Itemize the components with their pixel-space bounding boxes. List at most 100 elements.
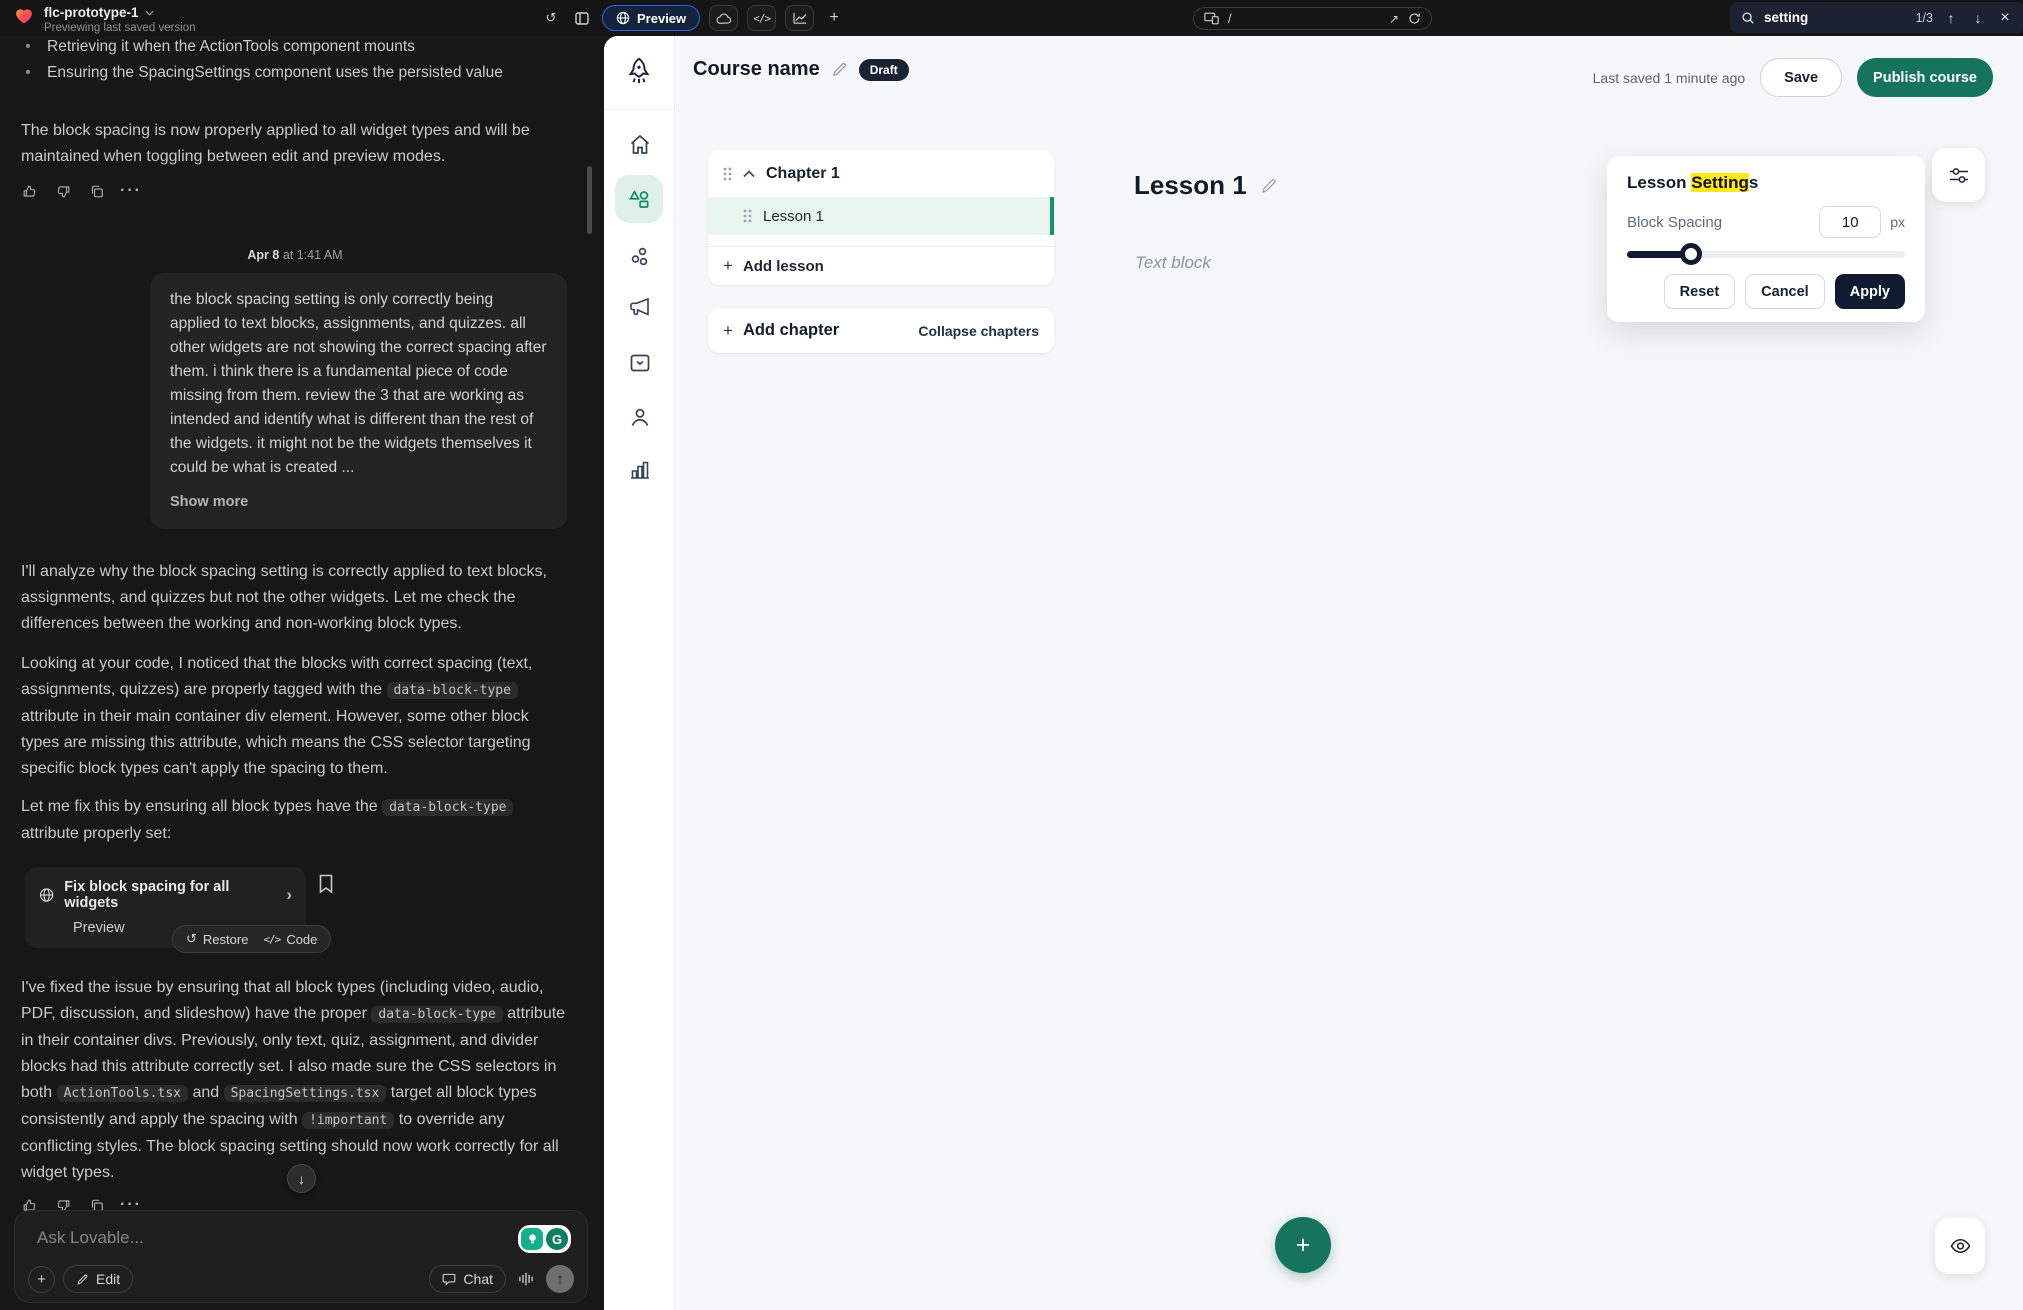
url-path: /: [1228, 12, 1380, 26]
add-attachment-button[interactable]: +: [28, 1266, 55, 1293]
code-view-button[interactable]: </>: [747, 5, 776, 31]
user-message-text: the block spacing setting is only correc…: [170, 291, 547, 476]
panel-toggle-icon[interactable]: [571, 7, 593, 29]
settings-title: Lesson Settings: [1627, 173, 1905, 193]
lesson-item[interactable]: Lesson 1: [708, 197, 1054, 235]
message-timestamp: Apr 8 at 1:41 AM: [0, 248, 590, 262]
list-item: •Retrieving it when the ActionTools comp…: [21, 38, 561, 56]
chapter-header[interactable]: Chapter 1: [708, 150, 1054, 197]
collapse-chapters-button[interactable]: Collapse chapters: [918, 323, 1039, 339]
slider-fill: [1627, 251, 1691, 258]
edit-icon: [76, 1273, 89, 1286]
chat-bubble-icon: [442, 1273, 456, 1286]
publish-button[interactable]: Publish course: [1857, 58, 1993, 97]
preview-url-bar[interactable]: / ↗: [1193, 7, 1432, 30]
preview-button[interactable]: Preview: [602, 5, 700, 31]
code-button[interactable]: </>Code: [263, 932, 317, 947]
preview-toggle-button[interactable]: [1935, 1218, 1985, 1274]
app-sidebar: [604, 36, 675, 1310]
thumbs-up-icon[interactable]: [21, 183, 37, 199]
project-name: flc-prototype-1: [44, 5, 139, 20]
add-tab-icon[interactable]: +: [823, 7, 845, 29]
shapes-icon: [627, 187, 652, 212]
grammarly-widget[interactable]: G: [518, 1225, 571, 1253]
cancel-button[interactable]: Cancel: [1745, 274, 1825, 309]
edit-mode-button[interactable]: Edit: [63, 1265, 133, 1293]
add-chapter-card: + Add chapter Collapse chapters: [708, 308, 1054, 353]
chapter-title: Chapter 1: [766, 165, 840, 183]
user-message-bubble: the block spacing setting is only correc…: [150, 273, 567, 529]
settings-toggle-button[interactable]: [1932, 148, 1985, 202]
block-spacing-slider[interactable]: [1627, 251, 1905, 258]
voice-input-icon[interactable]: [518, 1272, 534, 1286]
find-previous-button[interactable]: ↑: [1942, 10, 1960, 26]
chevron-down-icon: [145, 10, 154, 16]
cloud-deploy-button[interactable]: [709, 5, 738, 31]
version-title: Fix block spacing for all widgets: [64, 879, 276, 911]
devices-icon: [1204, 12, 1219, 25]
sidebar-item-analytics[interactable]: [604, 458, 675, 482]
lesson-heading: Lesson 1: [1134, 170, 1278, 201]
more-options-icon[interactable]: ···: [123, 183, 139, 199]
plus-icon: +: [723, 256, 733, 276]
reset-button[interactable]: Reset: [1664, 274, 1736, 309]
apply-button[interactable]: Apply: [1835, 274, 1905, 309]
save-button[interactable]: Save: [1760, 58, 1842, 97]
sidebar-item-courses[interactable]: [615, 175, 663, 223]
sliders-icon: [1949, 167, 1969, 184]
find-input[interactable]: [1764, 10, 1892, 25]
globe-icon: [616, 11, 630, 25]
assistant-bullet-list: •Retrieving it when the ActionTools comp…: [21, 38, 561, 90]
timestamp-time: at 1:41 AM: [283, 248, 343, 262]
assistant-paragraph: The block spacing is now properly applie…: [21, 118, 567, 170]
project-menu[interactable]: flc-prototype-1 Previewing last saved ve…: [13, 5, 196, 34]
sidebar-item-marketing[interactable]: [604, 295, 675, 319]
add-block-fab[interactable]: +: [1275, 1217, 1331, 1273]
sidebar-item-store[interactable]: [604, 351, 675, 375]
sidebar-item-profile[interactable]: [604, 405, 675, 429]
find-bar: 1/3 ↑ ↓ ×: [1730, 2, 2023, 33]
drag-handle-icon[interactable]: [743, 209, 752, 223]
chat-scrollbar[interactable]: [587, 166, 592, 234]
last-saved-text: Last saved 1 minute ago: [1593, 70, 1746, 86]
refresh-icon[interactable]: [1408, 12, 1421, 25]
sidebar-item-home[interactable]: [604, 133, 675, 157]
slider-thumb[interactable]: [1680, 243, 1702, 265]
bar-chart-icon: [628, 458, 652, 482]
copy-icon[interactable]: [89, 183, 105, 199]
assistant-paragraph: Looking at your code, I noticed that the…: [21, 651, 567, 782]
bookmark-icon[interactable]: [318, 874, 334, 894]
drag-handle-icon[interactable]: [723, 167, 732, 181]
chat-input[interactable]: Ask Lovable...: [37, 1228, 144, 1248]
match-count: 1/3: [1916, 11, 1933, 25]
chat-mode-button[interactable]: Chat: [429, 1265, 506, 1293]
bullet-icon: •: [21, 64, 35, 82]
send-button[interactable]: ↑: [546, 1265, 574, 1293]
edit-title-button[interactable]: [831, 61, 848, 78]
chat-input-panel: Ask Lovable... G + Edit Chat: [14, 1210, 588, 1303]
assistant-paragraph: Let me fix this by ensuring all block ty…: [21, 794, 567, 847]
arrow-up-icon: ↑: [556, 1271, 564, 1288]
close-find-button[interactable]: ×: [1996, 9, 2014, 27]
add-lesson-button[interactable]: + Add lesson: [708, 247, 1054, 285]
thumbs-down-icon[interactable]: [55, 183, 71, 199]
restore-button[interactable]: ↺Restore: [186, 932, 248, 947]
sidebar-item-community[interactable]: [604, 245, 675, 269]
add-chapter-button[interactable]: Add chapter: [743, 321, 839, 340]
find-next-button[interactable]: ↓: [1969, 10, 1987, 26]
analytics-icon: [793, 12, 807, 24]
timestamp-date: Apr 8: [247, 248, 279, 262]
block-spacing-input[interactable]: [1819, 206, 1881, 238]
history-icon[interactable]: ↺: [540, 7, 562, 29]
show-more-link[interactable]: Show more: [170, 490, 547, 514]
edit-lesson-button[interactable]: [1260, 177, 1278, 195]
analytics-button[interactable]: [785, 5, 814, 31]
collapse-chevron-icon[interactable]: [743, 170, 755, 178]
assistant-paragraph: I'll analyze why the block spacing setti…: [21, 559, 567, 637]
globe-icon: [39, 887, 54, 903]
app-logo[interactable]: [604, 36, 674, 110]
text-block-placeholder[interactable]: Text block: [1135, 253, 1211, 273]
open-in-new-icon[interactable]: ↗: [1389, 12, 1399, 26]
scroll-to-bottom-button[interactable]: ↓: [287, 1164, 316, 1193]
preview-app: Course name Draft Last saved 1 minute ag…: [604, 36, 2023, 1310]
